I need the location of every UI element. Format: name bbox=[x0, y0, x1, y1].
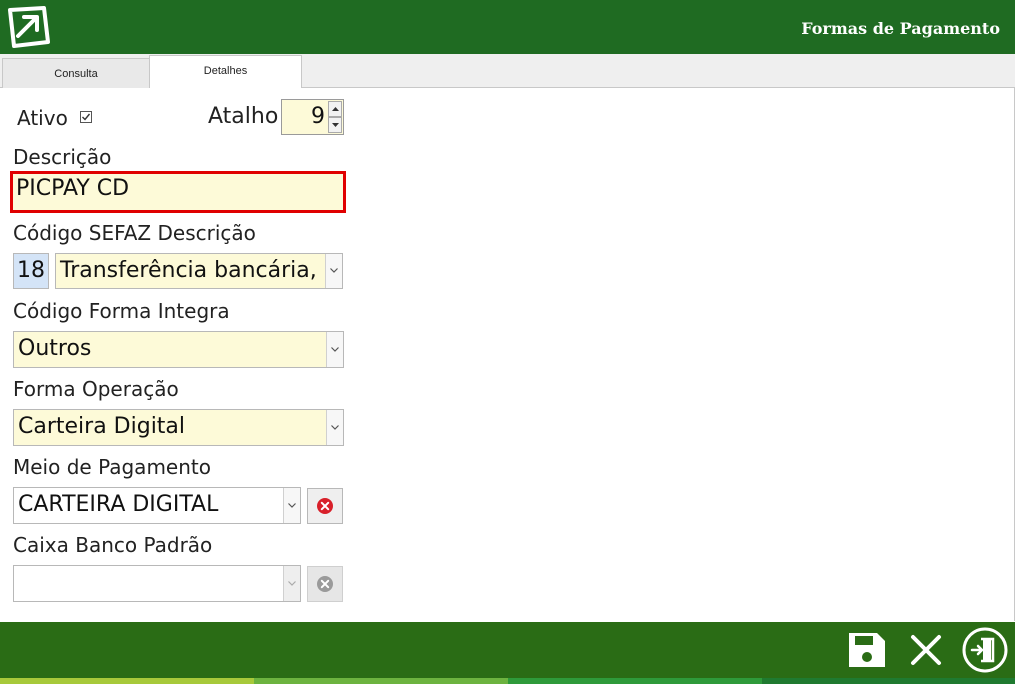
footer-toolbar bbox=[0, 622, 1015, 678]
atalho-stepper[interactable]: 9 bbox=[281, 99, 344, 135]
details-panel: Ativo Atalho 9 Descrição PICPAY CD Códig… bbox=[0, 88, 1015, 621]
atalho-label: Atalho bbox=[208, 104, 279, 129]
logo-icon bbox=[8, 6, 50, 48]
caixa-clear-button[interactable] bbox=[307, 566, 343, 602]
chevron-down-icon bbox=[331, 424, 339, 430]
meio-clear-button[interactable] bbox=[307, 488, 343, 524]
tab-consulta[interactable]: Consulta bbox=[2, 58, 150, 88]
exit-door-icon bbox=[962, 627, 1008, 673]
chevron-down-icon bbox=[331, 346, 339, 352]
meio-dropdown-value: CARTEIRA DIGITAL bbox=[18, 492, 219, 517]
red-x-circle-icon bbox=[317, 498, 333, 514]
descricao-input[interactable]: PICPAY CD bbox=[10, 171, 346, 213]
ativo-checkbox[interactable] bbox=[80, 111, 92, 123]
meio-dropdown-button[interactable] bbox=[283, 488, 300, 523]
gray-x-circle-icon bbox=[317, 576, 333, 592]
descricao-label: Descrição bbox=[13, 145, 112, 169]
operacao-dropdown[interactable]: Carteira Digital bbox=[13, 409, 344, 446]
meio-dropdown[interactable]: CARTEIRA DIGITAL bbox=[13, 487, 301, 524]
arrow-down-icon bbox=[332, 123, 339, 127]
page-title: Formas de Pagamento bbox=[801, 19, 1000, 38]
spin-down-button[interactable] bbox=[328, 117, 342, 133]
close-x-icon bbox=[911, 635, 941, 665]
chevron-down-icon bbox=[330, 268, 338, 273]
color-strip-3 bbox=[508, 678, 762, 684]
color-strip-2 bbox=[254, 678, 508, 684]
meio-label: Meio de Pagamento bbox=[13, 455, 211, 479]
chevron-down-icon bbox=[288, 580, 296, 586]
arrow-up-icon bbox=[332, 107, 339, 111]
spin-up-button[interactable] bbox=[328, 101, 342, 117]
sefaz-dropdown[interactable]: Transferência bancária, Carteira Digital bbox=[55, 253, 343, 289]
cancel-button[interactable] bbox=[902, 627, 950, 673]
sefaz-dropdown-value: Transferência bancária, Carteira Digital bbox=[60, 258, 342, 283]
integra-dropdown-value: Outros bbox=[18, 336, 92, 361]
operacao-label: Forma Operação bbox=[13, 377, 179, 401]
chevron-down-icon bbox=[288, 502, 296, 508]
color-strip-4 bbox=[762, 678, 1015, 684]
tab-detalhes[interactable]: Detalhes bbox=[149, 55, 302, 89]
ativo-label: Ativo bbox=[17, 106, 68, 130]
caixa-dropdown[interactable] bbox=[13, 565, 301, 602]
exit-button[interactable] bbox=[961, 627, 1009, 673]
caixa-dropdown-button[interactable] bbox=[283, 566, 300, 601]
integra-dropdown[interactable]: Outros bbox=[13, 331, 344, 368]
sefaz-dropdown-button[interactable] bbox=[325, 254, 342, 288]
floppy-disk-icon bbox=[849, 633, 885, 667]
operacao-dropdown-button[interactable] bbox=[326, 410, 343, 445]
integra-dropdown-button[interactable] bbox=[326, 332, 343, 367]
caixa-label: Caixa Banco Padrão bbox=[13, 533, 213, 557]
operacao-dropdown-value: Carteira Digital bbox=[18, 414, 186, 439]
sefaz-label: Código SEFAZ Descrição bbox=[13, 221, 256, 245]
integra-label: Código Forma Integra bbox=[13, 299, 230, 323]
sefaz-code-field[interactable]: 18 bbox=[13, 253, 49, 289]
tab-bar: Consulta Detalhes bbox=[0, 54, 1015, 89]
atalho-value: 9 bbox=[311, 104, 325, 129]
save-button[interactable] bbox=[843, 627, 891, 673]
checkbox-checked-icon bbox=[80, 111, 92, 123]
app-header: Formas de Pagamento bbox=[0, 0, 1015, 54]
color-strip-1 bbox=[0, 678, 254, 684]
